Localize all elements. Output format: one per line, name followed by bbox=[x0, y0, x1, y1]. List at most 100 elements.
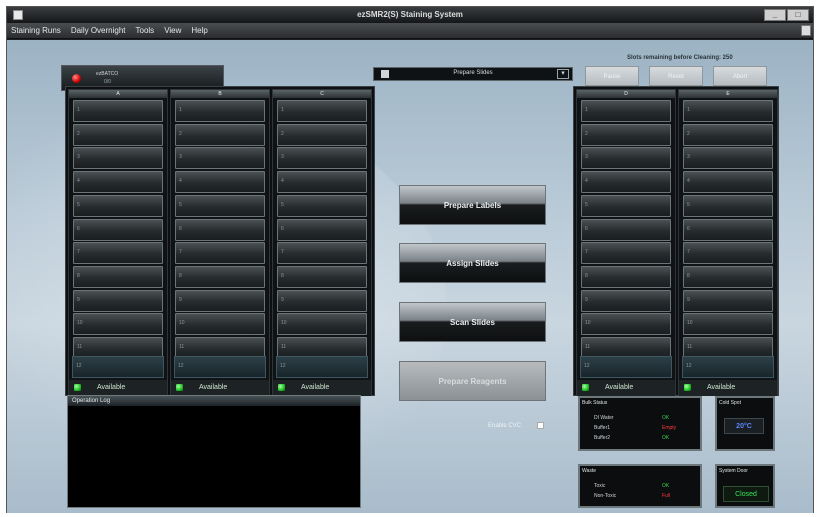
slide-column: D 1 2 3 4 5 6 7 8 9 10 11 12 Available bbox=[576, 89, 676, 396]
slot-number: 6 bbox=[77, 225, 80, 232]
slot-number: 11 bbox=[77, 344, 83, 350]
slide-slot[interactable]: 6 bbox=[73, 218, 163, 241]
menu-help[interactable]: Help bbox=[191, 26, 207, 35]
slide-slot[interactable]: 4 bbox=[683, 171, 773, 194]
slide-slot-bottom[interactable]: 12 bbox=[174, 356, 266, 378]
slide-slot[interactable]: 10 bbox=[73, 313, 163, 336]
slide-slot[interactable]: 10 bbox=[683, 313, 773, 336]
slide-slot[interactable]: 10 bbox=[581, 313, 671, 336]
slide-slot[interactable]: 3 bbox=[277, 147, 367, 170]
chevron-down-icon[interactable]: ▾ bbox=[557, 69, 569, 79]
status-value: Empty bbox=[662, 425, 677, 431]
menu-view[interactable]: View bbox=[164, 26, 181, 35]
menu-bar: Staining Runs Daily Overnight Tools View… bbox=[7, 23, 813, 39]
slide-slot[interactable]: 2 bbox=[175, 123, 265, 146]
menu-tools[interactable]: Tools bbox=[136, 26, 155, 35]
slide-slot[interactable]: 3 bbox=[73, 147, 163, 170]
reset-button[interactable]: Reset bbox=[649, 66, 703, 86]
pause-button[interactable]: Pause bbox=[585, 66, 639, 86]
scan-slides-button[interactable]: Scan Slides bbox=[399, 302, 546, 342]
slide-slot[interactable]: 1 bbox=[175, 100, 265, 122]
status-red-icon bbox=[72, 74, 81, 83]
slide-slot[interactable]: 1 bbox=[73, 100, 163, 122]
slide-slot[interactable]: 6 bbox=[175, 218, 265, 241]
slide-slot[interactable]: 7 bbox=[175, 242, 265, 265]
slot-number: 5 bbox=[179, 201, 182, 208]
slide-slot[interactable]: 4 bbox=[581, 171, 671, 194]
slot-number: 8 bbox=[585, 272, 588, 279]
slot-number: 9 bbox=[77, 296, 80, 303]
status-label: Non-Toxic bbox=[594, 493, 617, 499]
slot-number: 9 bbox=[179, 296, 182, 303]
slide-slot[interactable]: 9 bbox=[175, 289, 265, 312]
slot-number: 1 bbox=[179, 107, 182, 113]
slot-number: 6 bbox=[585, 225, 588, 232]
slot-number: 12 bbox=[178, 363, 184, 369]
slot-number: 1 bbox=[281, 107, 284, 113]
slide-slot[interactable]: 8 bbox=[73, 265, 163, 288]
slide-slot[interactable]: 8 bbox=[175, 265, 265, 288]
slide-slot[interactable]: 10 bbox=[277, 313, 367, 336]
slide-slot[interactable]: 8 bbox=[683, 265, 773, 288]
corner-button[interactable] bbox=[801, 25, 811, 36]
waste-panel: Waste Toxic OK Non-Toxic Full bbox=[578, 464, 702, 508]
slide-slot[interactable]: 7 bbox=[73, 242, 163, 265]
column-head: C bbox=[273, 90, 371, 98]
minimize-button[interactable]: _ bbox=[764, 9, 786, 21]
slide-slot[interactable]: 3 bbox=[683, 147, 773, 170]
slide-slot[interactable]: 5 bbox=[73, 194, 163, 217]
slide-slot-bottom[interactable]: 12 bbox=[682, 356, 774, 378]
slot-number: 3 bbox=[281, 154, 284, 161]
cold-spot-title: Cold Spot bbox=[719, 400, 741, 406]
slide-slot[interactable]: 1 bbox=[683, 100, 773, 122]
slide-slot[interactable]: 1 bbox=[277, 100, 367, 122]
slide-slot[interactable]: 5 bbox=[683, 194, 773, 217]
slide-slot[interactable]: 9 bbox=[73, 289, 163, 312]
slide-slot[interactable]: 7 bbox=[683, 242, 773, 265]
prepare-labels-button[interactable]: Prepare Labels bbox=[399, 185, 546, 225]
slot-number: 12 bbox=[280, 363, 286, 369]
menu-staining-runs[interactable]: Staining Runs bbox=[11, 26, 61, 35]
slide-slot[interactable]: 2 bbox=[581, 123, 671, 146]
bath-name: ezBATCO bbox=[96, 71, 119, 77]
slide-slot-bottom[interactable]: 12 bbox=[72, 356, 164, 378]
slide-slot-bottom[interactable]: 12 bbox=[276, 356, 368, 378]
slide-slot[interactable]: 5 bbox=[581, 194, 671, 217]
slide-slot[interactable]: 8 bbox=[277, 265, 367, 288]
slide-slot[interactable]: 3 bbox=[581, 147, 671, 170]
slot-number: 3 bbox=[585, 154, 588, 161]
status-value: Full bbox=[662, 493, 671, 499]
enable-cvc-checkbox[interactable] bbox=[537, 422, 544, 429]
slide-slot[interactable]: 9 bbox=[581, 289, 671, 312]
assign-slides-button[interactable]: Assign Slides bbox=[399, 243, 546, 283]
slide-slot[interactable]: 10 bbox=[175, 313, 265, 336]
slide-slot[interactable]: 6 bbox=[683, 218, 773, 241]
slide-slot[interactable]: 4 bbox=[175, 171, 265, 194]
slide-slot[interactable]: 6 bbox=[581, 218, 671, 241]
slide-slot[interactable]: 4 bbox=[277, 171, 367, 194]
slide-slot[interactable]: 9 bbox=[683, 289, 773, 312]
maximize-button[interactable]: □ bbox=[787, 9, 809, 21]
slide-slot[interactable]: 5 bbox=[175, 194, 265, 217]
slide-slot[interactable]: 5 bbox=[277, 194, 367, 217]
bath-sub: 0/0 bbox=[104, 79, 111, 85]
slide-slot[interactable]: 3 bbox=[175, 147, 265, 170]
slide-slot[interactable]: 2 bbox=[683, 123, 773, 146]
menu-daily-overnight[interactable]: Daily Overnight bbox=[71, 26, 126, 35]
slide-slot[interactable]: 4 bbox=[73, 171, 163, 194]
abort-button[interactable]: Abort bbox=[713, 66, 767, 86]
slide-slot[interactable]: 1 bbox=[581, 100, 671, 122]
slot-number: 11 bbox=[585, 344, 591, 350]
slide-slot[interactable]: 2 bbox=[73, 123, 163, 146]
availability-text: Available bbox=[301, 384, 330, 391]
mode-dropdown[interactable]: Prepare Slides ▾ bbox=[373, 67, 573, 81]
slide-slot[interactable]: 2 bbox=[277, 123, 367, 146]
availability-bar: Available bbox=[273, 380, 371, 396]
slide-slot[interactable]: 7 bbox=[277, 242, 367, 265]
slide-slot[interactable]: 7 bbox=[581, 242, 671, 265]
slide-slot-bottom[interactable]: 12 bbox=[580, 356, 672, 378]
slide-slot[interactable]: 6 bbox=[277, 218, 367, 241]
prepare-reagents-button[interactable]: Prepare Reagents bbox=[399, 361, 546, 401]
slide-slot[interactable]: 8 bbox=[581, 265, 671, 288]
slide-slot[interactable]: 9 bbox=[277, 289, 367, 312]
